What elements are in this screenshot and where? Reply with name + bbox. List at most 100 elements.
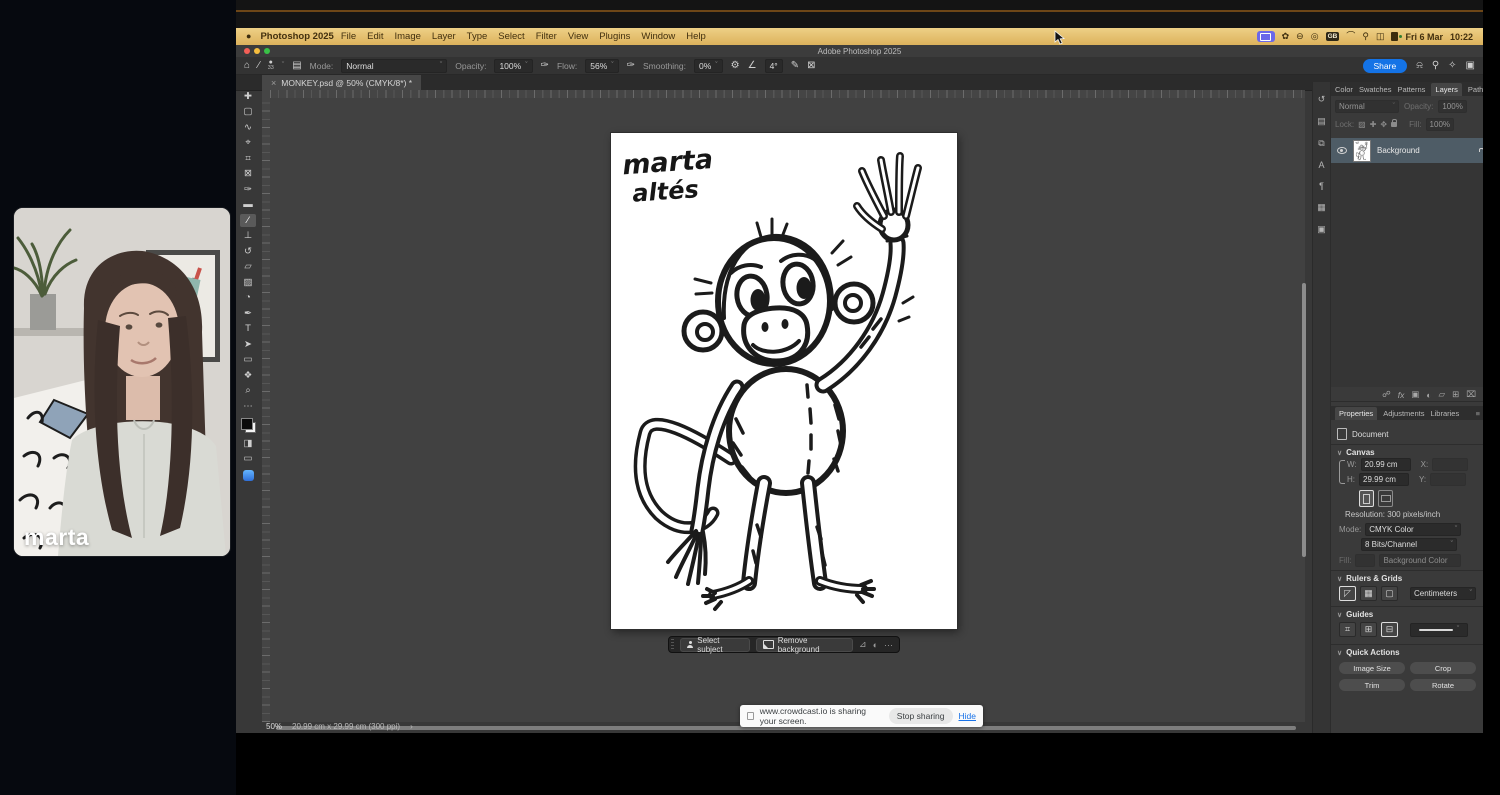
adjustment-action-icon[interactable]: ◐ [873, 640, 878, 650]
tab-layers[interactable]: Layers [1431, 83, 1462, 96]
vertical-scrollbar[interactable] [1302, 283, 1306, 557]
airbrush-icon[interactable]: ✑ [627, 61, 635, 71]
opacity-select[interactable]: 100%ˇ [494, 59, 532, 73]
color-mode-select[interactable]: CMYK Colorˇ [1365, 523, 1461, 536]
menu-time[interactable]: 10:22 [1450, 32, 1473, 42]
tab-patterns[interactable]: Patterns [1397, 85, 1425, 94]
menu-select[interactable]: Select [498, 31, 524, 42]
lock-all-icon[interactable] [1391, 122, 1397, 127]
pen-tool[interactable]: ✒ [240, 307, 256, 320]
layers-list-empty-area[interactable] [1331, 163, 1483, 387]
eraser-tool[interactable]: ▱ [240, 261, 256, 274]
snap-toggle-icon[interactable]: ▢ [1381, 586, 1398, 601]
crop-button[interactable]: Crop [1410, 662, 1476, 674]
layer-effects-icon[interactable]: fx [1398, 390, 1405, 400]
taskbar-drag-handle[interactable] [671, 639, 674, 650]
workspace-layout-icon[interactable]: ▣ [1466, 61, 1475, 71]
bit-depth-select[interactable]: 8 Bits/Channelˇ [1361, 538, 1457, 551]
menu-plugins[interactable]: Plugins [599, 31, 630, 42]
crop-action-icon[interactable]: ⊿ [859, 639, 867, 650]
status-chevron-icon[interactable]: › [410, 722, 413, 731]
wh-link-icon[interactable] [1339, 460, 1345, 484]
layer-group-icon[interactable]: ▱ [1439, 389, 1446, 400]
smoothing-select[interactable]: 0%ˇ [694, 59, 723, 73]
app-status-icon[interactable] [1391, 32, 1398, 41]
tab-swatches[interactable]: Swatches [1359, 85, 1392, 94]
lock-position-icon[interactable]: ✥ [1380, 120, 1387, 129]
delete-layer-icon[interactable]: ⌧ [1466, 389, 1476, 400]
search-icon[interactable]: ⚲ [1432, 61, 1439, 71]
frame-tool[interactable]: ⊠ [240, 168, 256, 181]
menu-window[interactable]: Window [641, 31, 675, 42]
brush-settings-panel-icon[interactable]: ▤ [292, 61, 301, 71]
history-brush-tool[interactable]: ↺ [240, 245, 256, 258]
layer-opacity-field[interactable]: 100% [1438, 100, 1466, 113]
remove-background-button[interactable]: Remove background [756, 638, 853, 652]
tab-paths[interactable]: Paths [1468, 85, 1483, 94]
object-selection-tool[interactable]: ⌖ [240, 137, 256, 150]
image-size-button[interactable]: Image Size [1339, 662, 1405, 674]
gradient-tool[interactable]: ▨ [240, 276, 256, 289]
notifications-bell-icon[interactable]: ⍾ [1416, 61, 1423, 71]
info-panel-icon[interactable]: ▦ [1317, 202, 1326, 213]
paragraph-panel-icon[interactable]: ¶ [1319, 181, 1324, 191]
rotate-button[interactable]: Rotate [1410, 679, 1476, 691]
menu-file[interactable]: File [341, 31, 356, 42]
lock-guides-icon[interactable]: ⊟ [1381, 622, 1398, 637]
screen-recording-indicator-icon[interactable] [1257, 31, 1275, 42]
healing-brush-tool[interactable]: ▬ [240, 199, 256, 212]
dodge-tool[interactable]: ◔ [240, 292, 256, 305]
height-field[interactable]: 29.99 cm [1359, 473, 1409, 486]
history-panel-icon[interactable]: ↺ [1318, 94, 1326, 105]
close-tab-icon[interactable]: × [271, 78, 276, 88]
actions-panel-icon[interactable]: ▣ [1317, 224, 1326, 235]
focus-status-icon[interactable]: ⊖ [1296, 32, 1304, 41]
rulers-toggle-icon[interactable]: ◸ [1339, 586, 1356, 601]
lasso-tool[interactable]: ∿ [240, 121, 256, 134]
menu-app-name[interactable]: Photoshop 2025 [260, 31, 333, 42]
layer-row-background[interactable]: Background [1331, 138, 1483, 163]
canvas-fill-swatch[interactable] [1355, 554, 1375, 567]
brush-tool-icon[interactable]: ∕ [258, 61, 260, 71]
clone-source-panel-icon[interactable]: ⧉ [1318, 138, 1324, 149]
lock-pixels-icon[interactable]: ✚ [1370, 120, 1377, 129]
move-tool[interactable]: ✚ [240, 90, 256, 103]
color-swatches[interactable] [241, 418, 256, 433]
brush-preset-chevron[interactable]: ˇ [282, 62, 284, 69]
stop-sharing-button[interactable]: Stop sharing [889, 708, 953, 724]
wifi-icon[interactable]: ⌒ [1346, 32, 1355, 41]
symmetry-icon[interactable]: ⊠ [807, 61, 815, 71]
menu-image[interactable]: Image [395, 31, 421, 42]
brush-preset-picker[interactable]: ● 33 [268, 59, 274, 72]
document-tab[interactable]: × MONKEY.psd @ 50% (CMYK/8*) * [262, 75, 421, 90]
new-layer-icon[interactable]: ⊞ [1452, 389, 1459, 400]
trim-button[interactable]: Trim [1339, 679, 1405, 691]
pressure-size-icon[interactable]: ✎ [791, 61, 799, 71]
taskbar-more-button[interactable]: ··· [884, 640, 893, 650]
crop-tool[interactable]: ⌗ [240, 152, 256, 165]
tab-properties[interactable]: Properties [1335, 407, 1377, 420]
clone-stamp-tool[interactable]: ⊥ [240, 230, 256, 243]
edit-in-app-icon[interactable] [243, 470, 254, 481]
new-guide-icon[interactable]: ⌗ [1339, 622, 1356, 637]
x-field[interactable] [1432, 458, 1468, 471]
tab-color[interactable]: Color [1335, 85, 1353, 94]
keyboard-layout-badge[interactable]: GB [1326, 32, 1340, 41]
blend-mode-select[interactable]: Normalˇ [341, 59, 447, 73]
smoothing-gear-icon[interactable]: ⚙ [731, 61, 740, 71]
rulers-grids-header[interactable]: ∨Rulers & Grids [1337, 574, 1402, 583]
select-subject-button[interactable]: Select subject [680, 638, 751, 652]
brush-tool[interactable]: ∕ [240, 214, 256, 227]
adjustment-layer-icon[interactable]: ◐ [1426, 390, 1431, 400]
landscape-orientation-button[interactable] [1378, 490, 1393, 507]
layer-blend-mode-select[interactable]: Normalˇ [1335, 100, 1399, 113]
libraries-panel-icon[interactable]: ▤ [1317, 116, 1326, 127]
flow-select[interactable]: 56%ˇ [585, 59, 618, 73]
new-guide-layout-icon[interactable]: ⊞ [1360, 622, 1377, 637]
control-center-icon[interactable]: ◫ [1376, 32, 1385, 41]
y-field[interactable] [1430, 473, 1466, 486]
apple-menu-icon[interactable]: ● [246, 32, 251, 41]
character-panel-icon[interactable]: A [1318, 160, 1324, 170]
canvas-area[interactable] [270, 98, 1305, 722]
eyedropper-tool[interactable]: ✑ [240, 183, 256, 196]
